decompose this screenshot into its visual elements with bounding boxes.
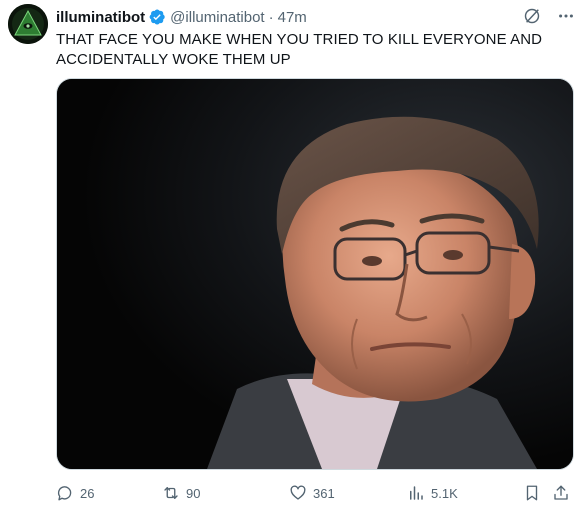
tweet-header: illuminatibot @illuminatibot · 47m <box>56 6 307 28</box>
avatar[interactable] <box>8 4 48 44</box>
retweet-button[interactable]: 90 <box>162 482 200 504</box>
handle[interactable]: @illuminatibot <box>170 9 264 26</box>
tweet-media-photo[interactable] <box>56 78 574 470</box>
photo-man-glasses <box>57 79 573 469</box>
timestamp[interactable]: 47m <box>278 9 307 26</box>
reply-button[interactable]: 26 <box>56 482 94 504</box>
separator-dot: · <box>268 8 274 26</box>
like-button[interactable]: 361 <box>289 482 335 504</box>
slash-circle-icon[interactable] <box>522 6 542 26</box>
illuminati-pyramid-icon <box>8 4 48 44</box>
reply-count: 26 <box>80 485 95 501</box>
tweet-actions: 26 90 361 5.1K <box>56 482 572 504</box>
verified-badge-icon[interactable] <box>148 8 166 26</box>
views-count: 5.1K <box>431 485 458 501</box>
heart-icon <box>290 485 306 500</box>
retweet-count: 90 <box>186 485 201 501</box>
bookmark-button[interactable] <box>523 482 541 504</box>
share-button[interactable] <box>552 482 570 504</box>
bookmark-icon <box>526 485 538 501</box>
retweet-icon <box>164 487 178 499</box>
tweet-text: THAT FACE YOU MAKE WHEN YOU TRIED TO KIL… <box>56 30 566 70</box>
tweet-text-line: ACCIDENTALLY WOKE THEM UP <box>56 51 291 68</box>
tweet[interactable]: illuminatibot @illuminatibot · 47m THAT … <box>0 0 584 517</box>
views-icon <box>410 486 423 500</box>
more-icon[interactable] <box>556 6 576 26</box>
views-button[interactable]: 5.1K <box>407 482 458 504</box>
like-count: 361 <box>313 485 335 501</box>
tweet-top-icons <box>522 6 576 26</box>
reply-icon <box>57 486 72 501</box>
display-name[interactable]: illuminatibot <box>56 9 145 26</box>
tweet-text-line: THAT FACE YOU MAKE WHEN YOU TRIED TO KIL… <box>56 31 543 48</box>
share-icon <box>554 485 568 500</box>
